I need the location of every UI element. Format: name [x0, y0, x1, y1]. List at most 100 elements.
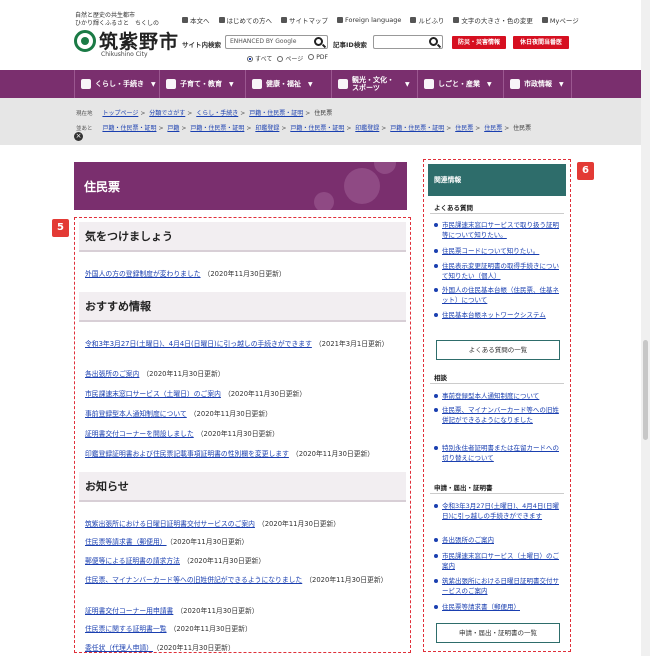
scrollbar-track[interactable]	[641, 0, 650, 656]
util-foreign-language[interactable]: Foreign language	[337, 15, 401, 25]
breadcrumb-link[interactable]: 分類でさがす	[149, 110, 185, 117]
logo-tagline: 自然と歴史の共生都市 ひかり輝くふるさと ちくしの	[75, 12, 159, 28]
update-date: （2020年11月30日更新）	[223, 390, 307, 398]
close-icon[interactable]: ×	[74, 132, 83, 141]
tagline-line-1: 自然と歴史の共生都市	[75, 12, 136, 19]
site-search-label: サイト内検索	[182, 41, 221, 49]
faq-link[interactable]: 市民課速末窓口サービスで取り扱う証明等について知りたい。	[434, 220, 562, 240]
site-header: 自然と歴史の共生都市 ひかり輝くふるさと ちくしの 筑紫野市 Chikushin…	[0, 0, 650, 70]
breadcrumb-link[interactable]: 住民票	[455, 125, 473, 132]
faq-title: よくある質問	[434, 204, 473, 212]
breadcrumb-link[interactable]: 戸籍	[167, 125, 179, 132]
list-item: 外国人の方の登録制度が変わりました （2020年11月30日更新）	[85, 268, 407, 278]
nav-living[interactable]: くらし・手続き ▼	[74, 70, 160, 98]
article-link[interactable]: 印鑑登録証明書および住民票記載事項証明書の性別欄を変更します	[85, 450, 289, 458]
article-link[interactable]: 事前登録型本人通知制度について	[85, 410, 187, 418]
util-first-visit[interactable]: はじめての方へ	[218, 15, 272, 25]
faq-link[interactable]: 外国人の住民基本台帳（住民票、住基ネット）について	[434, 285, 562, 305]
list-item: 筑紫出張所における日曜日証明書交付サービスのご案内 （2020年11月30日更新）	[85, 518, 407, 528]
list-item: 事前登録型本人通知制度について （2020年11月30日更新）	[85, 408, 407, 418]
apply-list-button[interactable]: 申請・届出・証明書の一覧	[436, 623, 560, 643]
search-icon[interactable]	[314, 37, 323, 46]
apply-link[interactable]: 筑紫出張所における日曜日証明書交付サービスのご案内	[434, 576, 562, 596]
bullet-icon	[434, 223, 438, 227]
nav-work[interactable]: しごと・産業 ▼	[418, 70, 504, 98]
faq-link[interactable]: 住民票コードについて知りたい。	[434, 246, 562, 256]
city-name[interactable]: 筑紫野市	[99, 27, 179, 54]
breadcrumb-link[interactable]: トップページ	[102, 110, 138, 117]
list-item: 委任状（代理人申請） （2020年11月30日更新）	[85, 642, 407, 652]
breadcrumb-link[interactable]: 戸籍・住民票・証明	[290, 125, 344, 132]
page-title-bar: 住民票	[74, 162, 407, 210]
apply-link[interactable]: 各出張所のご案内	[434, 535, 562, 545]
article-link[interactable]: 住民票に関する証明書一覧	[85, 625, 167, 633]
scope-pdf[interactable]: PDF	[308, 54, 328, 63]
article-link[interactable]: 委任状（代理人申請）	[85, 644, 153, 652]
update-date: （2020年11月30日更新）	[305, 576, 388, 584]
flower-decoration-icon	[344, 168, 380, 204]
beginner-icon	[218, 17, 225, 23]
scrollbar-thumb[interactable]	[643, 340, 648, 440]
consult-link[interactable]: 住民票、マイナンバーカード等への旧姓併記ができるようになりました	[434, 405, 562, 425]
id-search-icon[interactable]	[429, 37, 438, 46]
scope-all[interactable]: すべて	[247, 54, 272, 63]
apply-link[interactable]: 市民課速末窓口サービス（土曜日）のご案内	[434, 551, 562, 571]
util-sitemap[interactable]: サイトマップ	[281, 15, 328, 25]
site-search-input[interactable]: ENHANCED BY Google	[225, 35, 328, 49]
article-link[interactable]: 住民票、マイナンバーカード等への旧姓併記ができるようになりました	[85, 576, 302, 584]
city-logo-icon[interactable]	[74, 30, 96, 52]
annotation-badge-6: 6	[577, 162, 594, 180]
house-icon	[81, 79, 91, 89]
apply-link[interactable]: 令和3年3月27日(土曜日)、4月4日(日曜日)に引っ越しの手続きができます	[434, 501, 562, 521]
article-link[interactable]: 各出張所のご案内	[85, 370, 139, 378]
divider	[430, 383, 564, 384]
breadcrumb-link[interactable]: 住民票	[484, 125, 502, 132]
holiday-doctor-button[interactable]: 休日夜間当番医	[513, 36, 569, 49]
util-text-size-color[interactable]: 文字の大きさ・色の変更	[453, 15, 533, 25]
faq-link[interactable]: 住民表示変更証明書の取得手続きについて知りたい（個人）	[434, 261, 562, 281]
faq-link[interactable]: 住民基本台帳ネットワークシステム	[434, 310, 562, 320]
update-date: （2020年11月30日更新）	[169, 625, 252, 633]
breadcrumb-link[interactable]: 印鑑登録	[255, 125, 279, 132]
util-my-page[interactable]: Myページ	[541, 15, 579, 25]
breadcrumb-link[interactable]: 戸籍・住民票・証明	[190, 125, 244, 132]
article-link[interactable]: 外国人の方の登録制度が変わりました	[85, 270, 201, 278]
nav-tourism[interactable]: 観光・文化・スポーツ ▼	[332, 70, 418, 98]
bullet-icon	[434, 538, 438, 542]
article-link[interactable]: 郵便等による証明書の請求方法	[85, 557, 180, 565]
breadcrumb-link[interactable]: くらし・手続き	[196, 110, 238, 117]
article-link[interactable]: 住民票等請求書（郵便用）	[85, 538, 167, 546]
update-date: （2020年11月30日更新）	[203, 270, 286, 278]
update-date: （2020年11月30日更新）	[176, 607, 259, 615]
health-icon	[252, 79, 262, 89]
util-ruby[interactable]: ルビふり	[410, 15, 444, 25]
breadcrumb-link[interactable]: 印鑑登録	[355, 125, 379, 132]
consult-link[interactable]: 特別永住者証明書または在留カードへの切り替えについて	[434, 443, 562, 463]
article-link[interactable]: 証明書交付コーナー用申請書	[85, 607, 173, 615]
nav-health[interactable]: 健康・福祉 ▼	[246, 70, 332, 98]
nav-childcare[interactable]: 子育て・教育 ▼	[160, 70, 246, 98]
consult-link[interactable]: 事前登録型本人通知制度について	[434, 391, 562, 401]
scope-page[interactable]: ページ	[277, 54, 303, 63]
breadcrumb-link[interactable]: 戸籍・住民票・証明	[102, 125, 156, 132]
article-link[interactable]: 市民課速末窓口サービス（土曜日）のご案内	[85, 390, 221, 398]
main-nav: くらし・手続き ▼ 子育て・教育 ▼ 健康・福祉 ▼ 観光・文化・スポーツ ▼ しごと・…	[0, 70, 650, 98]
flower-decoration-icon	[374, 162, 396, 174]
disaster-info-button[interactable]: 防災・災害情報	[452, 36, 506, 49]
nav-city-govt[interactable]: 市政情報 ▼	[504, 70, 572, 98]
article-link[interactable]: 証明書交付コーナーを開設しました	[85, 430, 194, 438]
breadcrumb-link[interactable]: 戸籍・住民票・証明	[390, 125, 444, 132]
city-hall-icon	[510, 79, 520, 89]
radio-checked-icon	[247, 56, 253, 62]
article-link[interactable]: 筑紫出張所における日曜日証明書交付サービスのご案内	[85, 520, 255, 528]
arrow-icon	[182, 17, 188, 23]
breadcrumb-link[interactable]: 戸籍・住民票・証明	[249, 110, 303, 117]
chevron-down-icon: ▼	[151, 80, 156, 88]
faq-list-button[interactable]: よくある質問の一覧	[436, 340, 560, 360]
apply-link[interactable]: 住民票等請求書（郵便用）	[434, 602, 562, 612]
mypage-icon	[541, 17, 548, 23]
article-link[interactable]: 令和3年3月27日(土曜日)、4月4日(日曜日)に引っ越しの手続きができます	[85, 340, 312, 348]
section-heading-caution: 気をつけましょう	[79, 222, 406, 252]
main-content: 気をつけましょう 外国人の方の登録制度が変わりました （2020年11月30日更新…	[74, 217, 411, 653]
util-skip-to-content[interactable]: 本文へ	[182, 15, 210, 25]
